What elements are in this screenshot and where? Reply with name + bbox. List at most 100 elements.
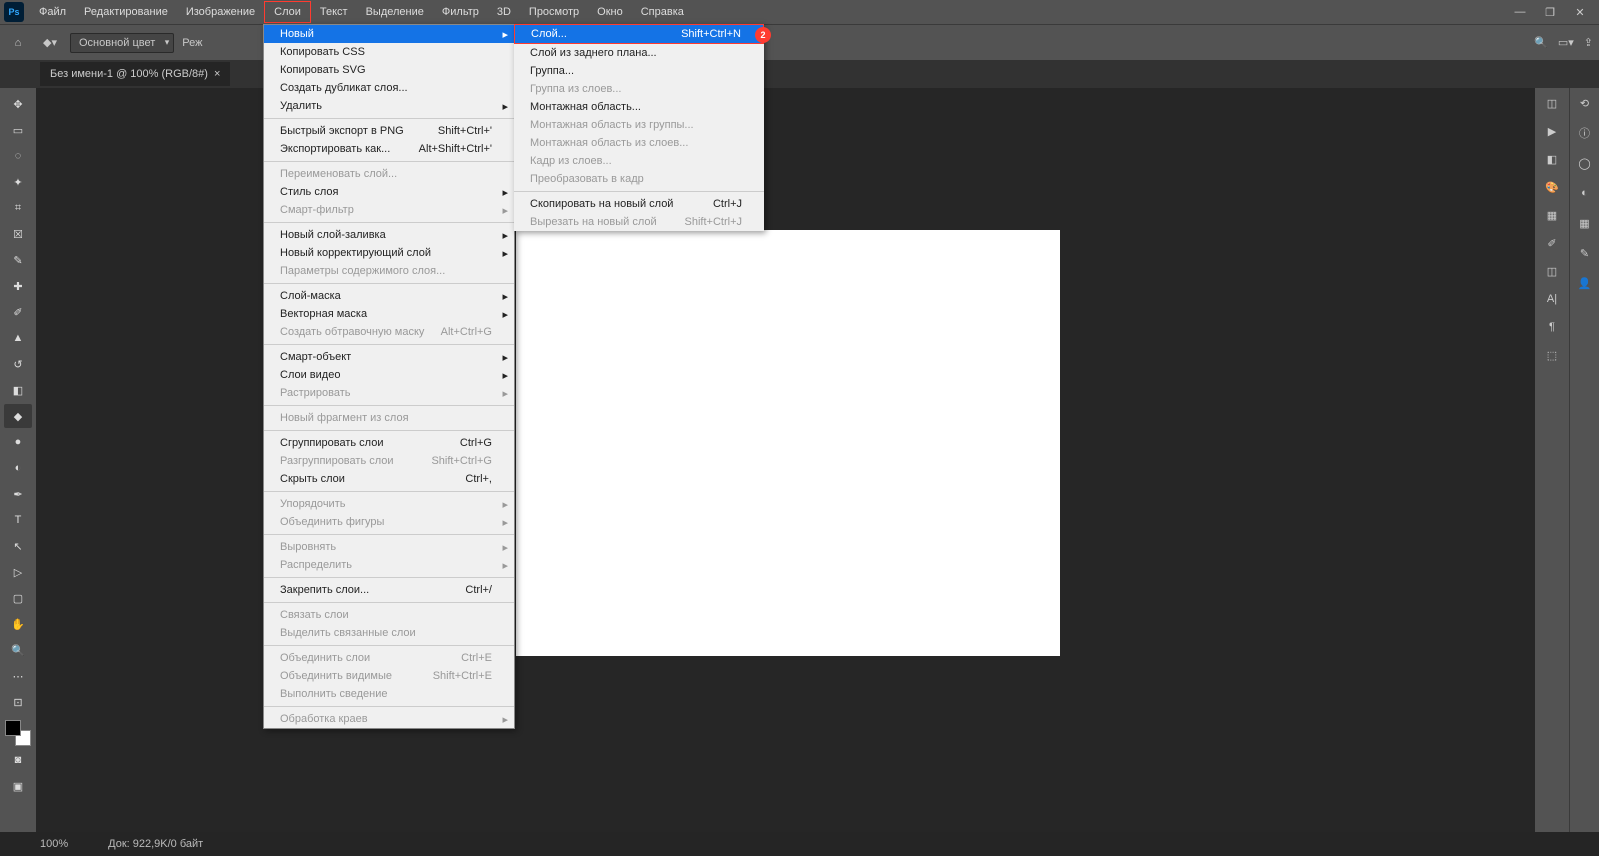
layers-menu-item-9: Переименовать слой... bbox=[264, 165, 514, 183]
fill-mode-dropdown[interactable]: Основной цвет bbox=[70, 33, 174, 53]
new-submenu-item-11: Вырезать на новый слойShift+Ctrl+J bbox=[514, 213, 764, 231]
menu-image[interactable]: Изображение bbox=[177, 2, 264, 22]
home-icon[interactable]: ⌂ bbox=[6, 31, 30, 55]
layers-menu-item-29[interactable]: Скрыть слоиCtrl+, bbox=[264, 470, 514, 488]
eraser-tool-icon[interactable]: ◧ bbox=[4, 378, 32, 402]
color-panel-icon[interactable]: 🎨 bbox=[1540, 176, 1564, 198]
layers-menu-item-22[interactable]: Слои видео▸ bbox=[264, 366, 514, 384]
blur-tool-icon[interactable]: ● bbox=[4, 430, 32, 454]
layers-menu-item-37[interactable]: Закрепить слои...Ctrl+/ bbox=[264, 581, 514, 599]
layers-menu-item-14[interactable]: Новый корректирующий слой▸ bbox=[264, 244, 514, 262]
layers-menu-item-0[interactable]: Новый▸ bbox=[264, 25, 514, 43]
new-submenu-item-1[interactable]: Слой из заднего плана... bbox=[514, 44, 764, 62]
heal-tool-icon[interactable]: ✚ bbox=[4, 274, 32, 298]
layers-menu-item-13[interactable]: Новый слой-заливка▸ bbox=[264, 226, 514, 244]
paragraph-panel-icon[interactable]: ¶ bbox=[1540, 316, 1564, 338]
quick-mask-icon[interactable]: ◙ bbox=[4, 748, 32, 772]
close-tab-icon[interactable]: × bbox=[214, 68, 220, 80]
history-brush-tool-icon[interactable]: ↺ bbox=[4, 352, 32, 376]
shortcut-label: Ctrl+E bbox=[461, 652, 492, 664]
layers-menu-item-7[interactable]: Экспортировать как...Alt+Shift+Ctrl+' bbox=[264, 140, 514, 158]
dodge-tool-icon[interactable]: ◐ bbox=[4, 456, 32, 480]
menubar: Ps Файл Редактирование Изображение Слои … bbox=[0, 0, 1599, 24]
layers-menu-item-27[interactable]: Сгруппировать слоиCtrl+G bbox=[264, 434, 514, 452]
learn-panel-icon[interactable]: ▶ bbox=[1540, 120, 1564, 142]
marquee-tool-icon[interactable]: ▭ bbox=[4, 118, 32, 142]
pen-tool-icon[interactable]: ✒ bbox=[4, 482, 32, 506]
layers-menu-label: Объединить видимые bbox=[280, 670, 392, 682]
styles-icon[interactable]: ▦ bbox=[1573, 212, 1597, 234]
layers-menu-item-2[interactable]: Копировать SVG bbox=[264, 61, 514, 79]
swatches-panel-icon[interactable]: ▦ bbox=[1540, 204, 1564, 226]
zoom-tool-icon[interactable]: 🔍 bbox=[4, 638, 32, 662]
path-select-tool-icon[interactable]: ↖ bbox=[4, 534, 32, 558]
layers-menu-item-1[interactable]: Копировать CSS bbox=[264, 43, 514, 61]
tools-panel: ✥ ▭ ◌ ✦ ⌗ ☒ ✎ ✚ ✐ ▲ ↺ ◧ ◆ ● ◐ ✒ T ↖ ▷ ▢ … bbox=[0, 88, 36, 832]
direct-select-tool-icon[interactable]: ▷ bbox=[4, 560, 32, 584]
info-panel-icon[interactable]: ⓘ bbox=[1573, 122, 1597, 144]
brush-tool-icon[interactable]: ✐ bbox=[4, 300, 32, 324]
menu-select[interactable]: Выделение bbox=[357, 2, 433, 22]
history-panel-icon[interactable]: ⟲ bbox=[1573, 92, 1597, 114]
brush-settings-icon[interactable]: ✎ bbox=[1573, 242, 1597, 264]
new-submenu-item-10[interactable]: Скопировать на новый слойCtrl+J bbox=[514, 195, 764, 213]
people-icon[interactable]: 👤 bbox=[1573, 272, 1597, 294]
layers-menu-item-21[interactable]: Смарт-объект▸ bbox=[264, 348, 514, 366]
menu-3d[interactable]: 3D bbox=[488, 2, 520, 22]
share-icon[interactable]: ⇪ bbox=[1584, 36, 1593, 49]
menu-file[interactable]: Файл bbox=[30, 2, 75, 22]
new-submenu-item-2[interactable]: Группа... bbox=[514, 62, 764, 80]
clone-tool-icon[interactable]: ▲ bbox=[4, 326, 32, 350]
libraries-icon[interactable]: ◧ bbox=[1540, 148, 1564, 170]
layers-menu-item-10[interactable]: Стиль слоя▸ bbox=[264, 183, 514, 201]
new-submenu-label: Группа из слоев... bbox=[530, 83, 621, 95]
more-tools-icon[interactable]: ⋯ bbox=[4, 664, 32, 688]
hand-tool-icon[interactable]: ✋ bbox=[4, 612, 32, 636]
minimize-button[interactable]: — bbox=[1505, 1, 1535, 23]
foreground-color[interactable] bbox=[5, 720, 21, 736]
type-tool-icon[interactable]: T bbox=[4, 508, 32, 532]
canvas[interactable] bbox=[516, 230, 1060, 656]
document-tab[interactable]: Без имени-1 @ 100% (RGB/8#) × bbox=[40, 62, 230, 86]
layers-menu-item-18[interactable]: Векторная маска▸ bbox=[264, 305, 514, 323]
new-submenu-item-4[interactable]: Монтажная область... bbox=[514, 98, 764, 116]
lasso-tool-icon[interactable]: ◌ bbox=[4, 144, 32, 168]
workspace-switcher-icon[interactable]: ▭▾ bbox=[1558, 36, 1574, 49]
move-tool-icon[interactable]: ✥ bbox=[4, 92, 32, 116]
eyedropper-tool-icon[interactable]: ✎ bbox=[4, 248, 32, 272]
search-icon[interactable]: 🔍 bbox=[1534, 36, 1548, 49]
layers-panel-icon[interactable]: ◫ bbox=[1540, 260, 1564, 282]
panel-icon[interactable]: ◫ bbox=[1540, 92, 1564, 114]
zoom-level[interactable]: 100% bbox=[40, 838, 68, 850]
tool-preset-icon[interactable]: ◆▾ bbox=[38, 31, 62, 55]
menu-window[interactable]: Окно bbox=[588, 2, 632, 22]
3d-panel-icon[interactable]: ⬚ bbox=[1540, 344, 1564, 366]
menu-help[interactable]: Справка bbox=[632, 2, 693, 22]
bucket-tool-icon[interactable]: ◆ bbox=[4, 404, 32, 428]
rect-tool-icon[interactable]: ▢ bbox=[4, 586, 32, 610]
new-submenu-label: Кадр из слоев... bbox=[530, 155, 612, 167]
menu-layers[interactable]: Слои bbox=[264, 1, 311, 23]
menu-edit[interactable]: Редактирование bbox=[75, 2, 177, 22]
maximize-button[interactable]: ❐ bbox=[1535, 1, 1565, 23]
menu-text[interactable]: Текст bbox=[311, 2, 357, 22]
frame-tool-icon[interactable]: ☒ bbox=[4, 222, 32, 246]
edit-toolbar-icon[interactable]: ⊡ bbox=[4, 690, 32, 714]
menu-view[interactable]: Просмотр bbox=[520, 2, 588, 22]
layers-menu-item-3[interactable]: Создать дубликат слоя... bbox=[264, 79, 514, 97]
char-panel-icon[interactable]: A| bbox=[1540, 288, 1564, 310]
new-submenu-item-0[interactable]: Слой...Shift+Ctrl+N2 bbox=[514, 24, 764, 44]
doc-size[interactable]: Док: 922,9K/0 байт bbox=[108, 838, 203, 850]
screen-mode-icon[interactable]: ▣ bbox=[4, 774, 32, 798]
crop-tool-icon[interactable]: ⌗ bbox=[4, 196, 32, 220]
close-button[interactable]: ✕ bbox=[1565, 1, 1595, 23]
color-swatches[interactable] bbox=[5, 720, 31, 746]
cc-icon[interactable]: ◯ bbox=[1573, 152, 1597, 174]
menu-filter[interactable]: Фильтр bbox=[433, 2, 488, 22]
adjustments-icon[interactable]: ◐ bbox=[1573, 182, 1597, 204]
brush-panel-icon[interactable]: ✐ bbox=[1540, 232, 1564, 254]
magic-wand-tool-icon[interactable]: ✦ bbox=[4, 170, 32, 194]
layers-menu-item-17[interactable]: Слой-маска▸ bbox=[264, 287, 514, 305]
layers-menu-item-6[interactable]: Быстрый экспорт в PNGShift+Ctrl+' bbox=[264, 122, 514, 140]
layers-menu-item-4[interactable]: Удалить▸ bbox=[264, 97, 514, 115]
